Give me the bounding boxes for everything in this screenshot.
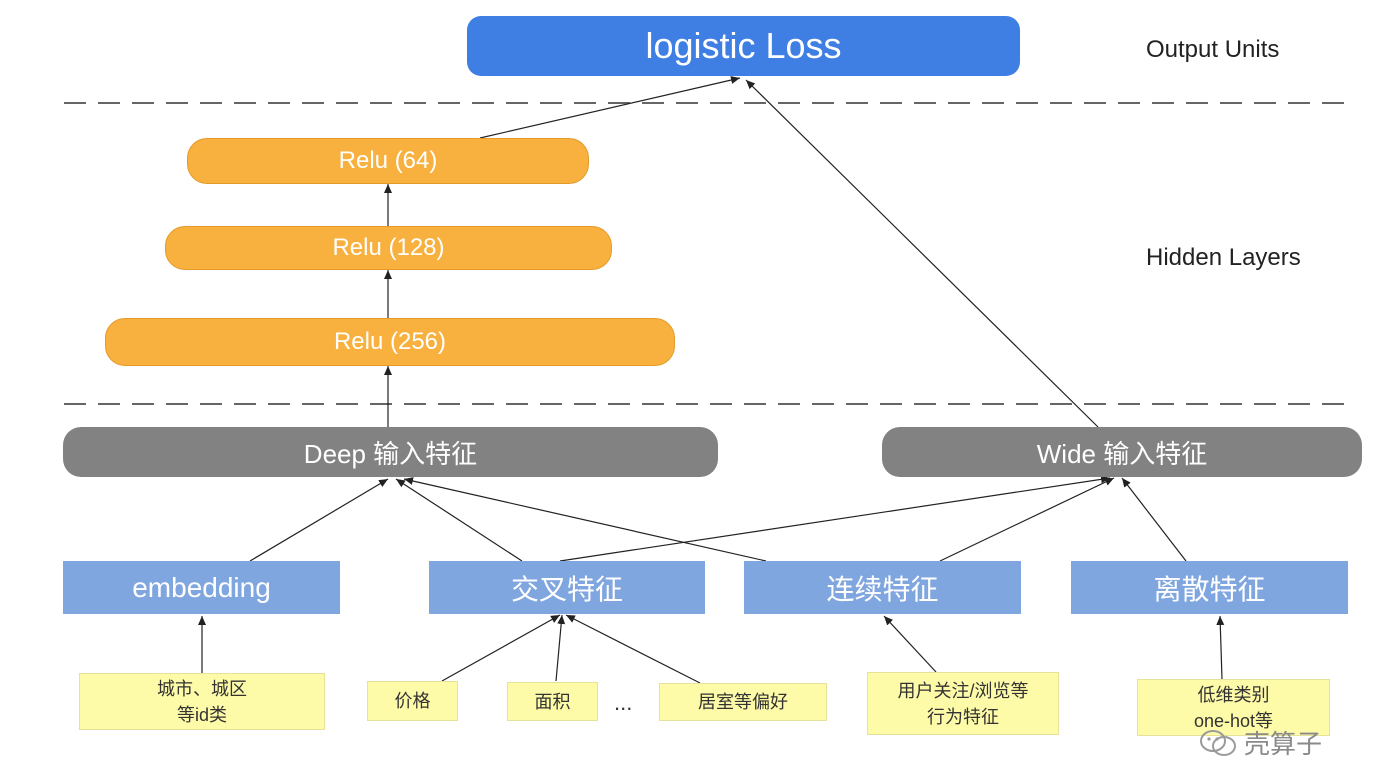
arrow-user-to-continuous	[883, 615, 937, 673]
room-source-label: 居室等偏好	[698, 692, 788, 712]
ellipsis-text: ...	[614, 690, 633, 715]
lowdim-source-line1: 低维类别	[1197, 684, 1270, 705]
arrow-discrete-to-wide	[1121, 477, 1187, 562]
continuous-feature-label: 连续特征	[826, 573, 939, 605]
arrow-wide-to-output	[745, 79, 1099, 428]
arrow-lowdim-to-discrete	[1216, 615, 1225, 680]
relu-128-node: Relu (128)	[165, 226, 612, 270]
deep-input-label: Deep 输入特征	[303, 438, 478, 469]
relu-128-label: Relu (128)	[332, 234, 445, 261]
price-source-label: 价格	[394, 691, 431, 711]
connections	[64, 76, 1356, 684]
arrow-area-to-cross	[555, 614, 566, 682]
arrow-relu64-to-output	[479, 76, 741, 139]
discrete-feature-label: 离散特征	[1153, 573, 1266, 605]
cross-feature-node: 交叉特征	[429, 561, 705, 614]
city-source-line2: 等id类	[176, 704, 227, 725]
city-source-line1: 城市、城区	[157, 678, 247, 699]
area-source-node: 面积	[507, 682, 598, 721]
room-source-node: 居室等偏好	[659, 683, 827, 721]
watermark: 壳算子	[1198, 724, 1322, 761]
user-behavior-line1: 用户关注/浏览等	[897, 680, 1029, 701]
wechat-icon	[1200, 729, 1236, 756]
logistic-loss-label: logistic Loss	[645, 25, 842, 66]
wide-input-node: Wide 输入特征	[882, 427, 1362, 477]
user-behavior-line2: 行为特征	[927, 706, 999, 727]
embedding-node: embedding	[63, 561, 340, 614]
cross-feature-label: 交叉特征	[510, 573, 623, 605]
relu-256-label: Relu (256)	[333, 328, 447, 355]
logistic-loss-node: logistic Loss	[467, 16, 1020, 76]
watermark-text: 壳算子	[1244, 729, 1323, 759]
relu-256-node: Relu (256)	[105, 318, 675, 366]
relu-64-node: Relu (64)	[187, 138, 589, 184]
continuous-feature-node: 连续特征	[744, 561, 1021, 614]
arrow-room-to-cross	[565, 614, 701, 684]
user-behavior-source-node: 用户关注/浏览等 行为特征	[867, 672, 1059, 735]
output-units-label: Output Units	[1146, 36, 1280, 63]
area-source-label: 面积	[534, 691, 571, 712]
city-source-node: 城市、城区 等id类	[79, 673, 325, 730]
discrete-feature-node: 离散特征	[1071, 561, 1348, 614]
deep-input-node: Deep 输入特征	[63, 427, 718, 477]
relu-64-label: Relu (64)	[338, 147, 438, 174]
hidden-layers-label: Hidden Layers	[1146, 244, 1301, 271]
embedding-label: embedding	[132, 571, 271, 603]
wide-input-label: Wide 输入特征	[1036, 438, 1208, 469]
arrow-embedding-to-deep	[249, 478, 389, 562]
price-source-node: 价格	[367, 681, 458, 721]
arrow-price-to-cross	[441, 614, 561, 682]
